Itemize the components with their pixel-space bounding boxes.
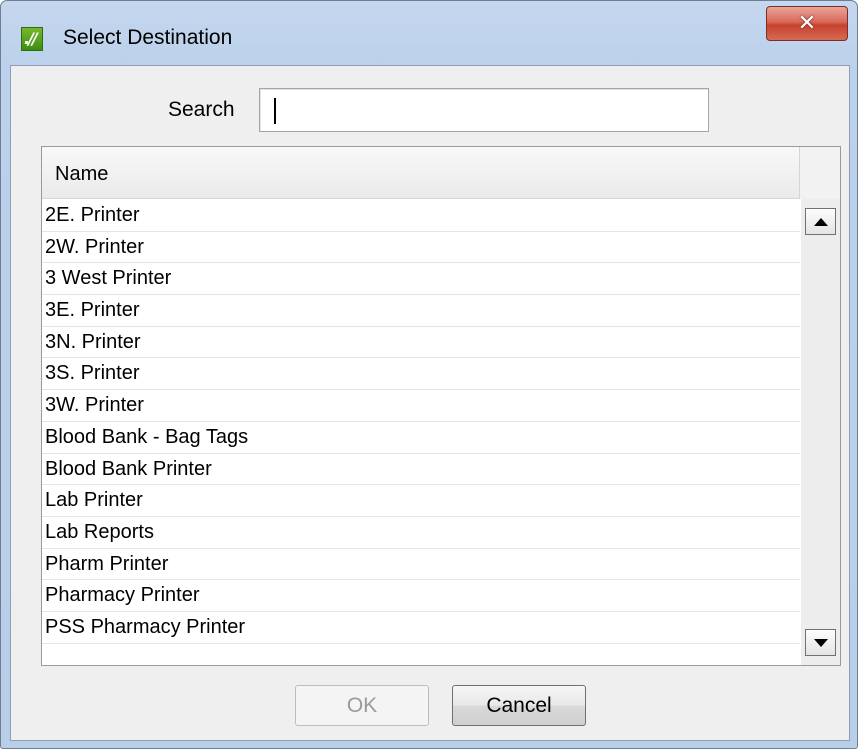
scroll-down-button[interactable] [805, 629, 836, 656]
column-header-label: Name [55, 163, 109, 185]
ok-button[interactable]: OK [295, 685, 429, 726]
list-item[interactable]: 3W. Printer [42, 390, 800, 422]
dialog-body: Search Name 2E. Printer 2W. Printer 3 West… [10, 65, 850, 741]
list-item[interactable]: 3 West Printer [42, 263, 800, 296]
arrow-down-icon [813, 638, 828, 647]
list-item[interactable]: PSS Pharmacy Printer [42, 612, 800, 644]
scroll-up-button[interactable] [805, 208, 836, 235]
search-input[interactable] [259, 88, 709, 132]
list-item[interactable]: Blood Bank - Bag Tags [42, 422, 800, 454]
list-item[interactable]: Pharm Printer [42, 549, 800, 581]
list-item[interactable]: 2E. Printer [42, 200, 800, 232]
list-item[interactable]: 3N. Printer [42, 327, 800, 359]
column-header-name[interactable]: Name [42, 147, 799, 199]
list-item[interactable]: 3E. Printer [42, 295, 800, 327]
list-item[interactable]: 2W. Printer [42, 232, 800, 264]
header-filler [799, 147, 840, 199]
search-label: Search [168, 98, 235, 121]
dialog-window: .// Select Destination ✕ Search Name 2E.… [0, 0, 858, 749]
title-bar[interactable]: .// Select Destination ✕ [1, 1, 857, 65]
close-button[interactable]: ✕ [766, 6, 848, 41]
app-logo-icon: .// [21, 27, 43, 51]
list-item[interactable]: Lab Reports [42, 517, 800, 549]
text-caret [274, 98, 276, 124]
cancel-button[interactable]: Cancel [452, 685, 586, 726]
vertical-scrollbar[interactable] [801, 199, 840, 665]
list-item[interactable]: Lab Printer [42, 485, 800, 517]
list-item[interactable]: 3S. Printer [42, 358, 800, 391]
list-item[interactable]: Blood Bank Printer [42, 454, 800, 486]
list-rows: 2E. Printer 2W. Printer 3 West Printer 3E. … [42, 200, 800, 644]
arrow-up-icon [813, 217, 828, 226]
window-title: Select Destination [63, 26, 233, 49]
list-item[interactable]: Pharmacy Printer [42, 580, 800, 612]
close-icon: ✕ [797, 10, 817, 36]
destination-list: Name 2E. Printer 2W. Printer 3 West Printe… [41, 146, 841, 666]
